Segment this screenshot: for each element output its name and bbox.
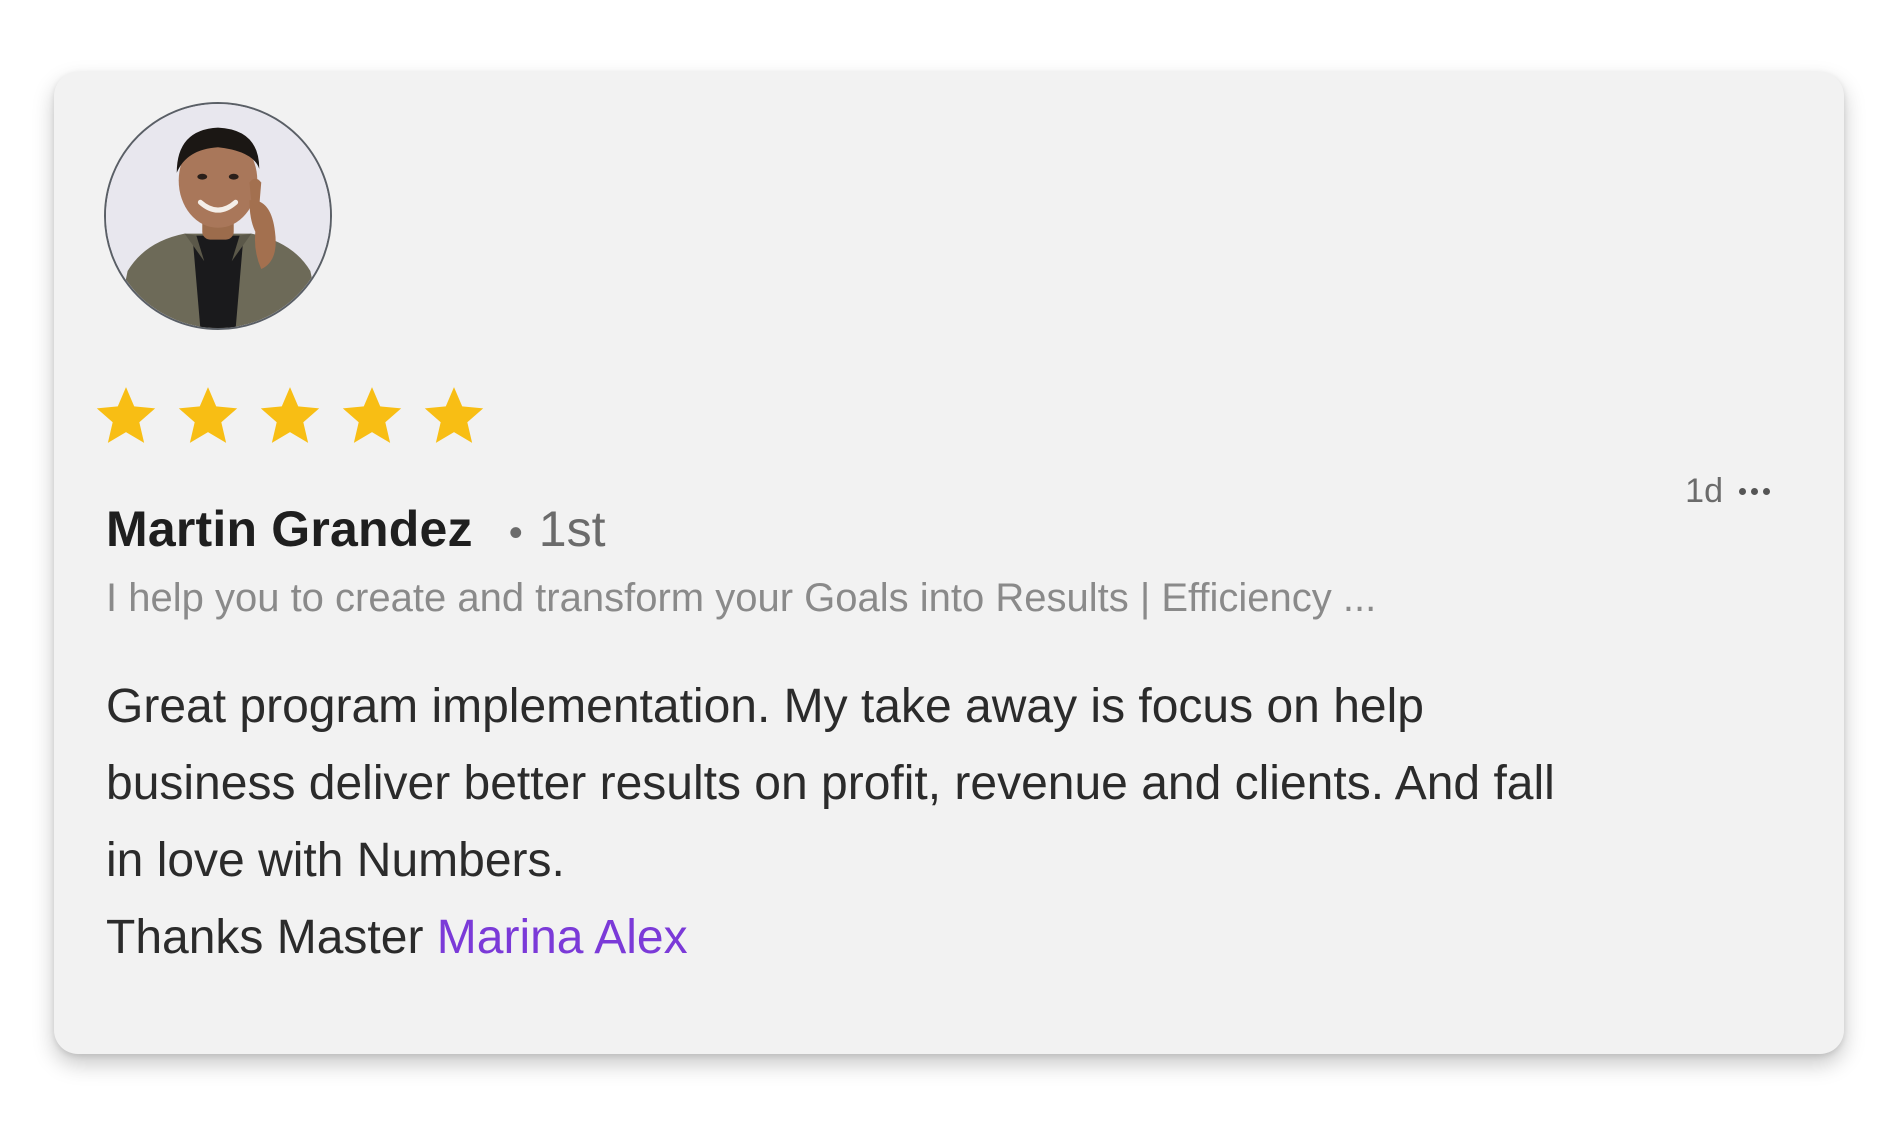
star-icon <box>96 387 156 443</box>
post-meta: 1d <box>1685 472 1770 511</box>
author-name[interactable]: Martin Grandez <box>106 500 473 558</box>
avatar[interactable] <box>104 102 332 330</box>
review-card: 1d Martin Grandez • 1st I help you to cr… <box>54 72 1844 1054</box>
star-rating <box>92 382 488 450</box>
review-text-line: business deliver better results on profi… <box>106 757 1555 810</box>
star-icon <box>260 387 320 443</box>
star-icon <box>178 387 238 443</box>
star-icon <box>342 387 402 443</box>
author-headline: I help you to create and transform your … <box>106 576 1377 620</box>
more-horizontal-icon[interactable] <box>1739 488 1770 495</box>
author-row: Martin Grandez • 1st <box>106 500 605 558</box>
mention-link[interactable]: Marina Alex <box>437 911 688 964</box>
review-text-line: Great program implementation. My take aw… <box>106 680 1424 733</box>
review-text-line: in love with Numbers. <box>106 834 565 887</box>
connection-degree: 1st <box>538 501 606 557</box>
thanks-line: Thanks Master Marina Alex <box>106 899 1826 976</box>
star-icon <box>424 387 484 443</box>
avatar-photo <box>106 104 330 328</box>
review-text: Great program implementation. My take aw… <box>106 668 1826 976</box>
timestamp: 1d <box>1685 472 1723 510</box>
connection-separator: • <box>508 511 523 555</box>
thanks-prefix: Thanks Master <box>106 911 437 964</box>
